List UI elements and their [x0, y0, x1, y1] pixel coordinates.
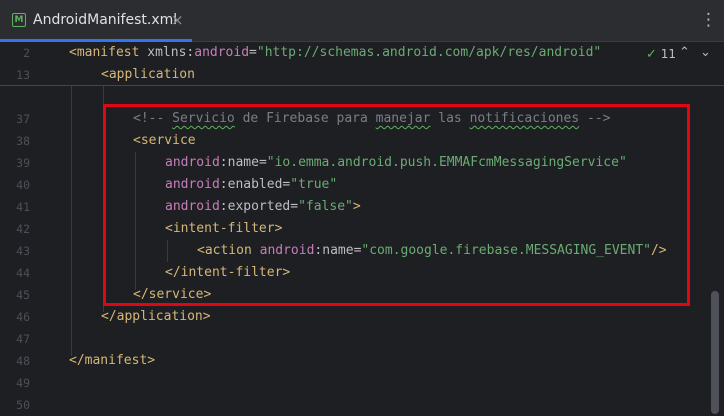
- line-number: 47: [16, 332, 30, 346]
- editor-tab-bar: M AndroidManifest.xml × ⋮: [0, 0, 724, 42]
- line-number: 41: [16, 200, 30, 214]
- check-icon: ✓: [646, 47, 657, 62]
- close-icon[interactable]: ×: [171, 11, 184, 29]
- vertical-scrollbar[interactable]: [711, 291, 719, 414]
- line-number: 48: [16, 354, 30, 368]
- line-number: 45: [16, 288, 30, 302]
- line-number: 49: [16, 376, 30, 390]
- line-number: 13: [16, 68, 30, 82]
- inspections-widget[interactable]: ✓ 11: [646, 47, 676, 63]
- line-number: 50: [16, 398, 30, 412]
- line-number: 46: [16, 310, 30, 324]
- more-options-icon[interactable]: ⋮: [700, 10, 717, 30]
- line-number: 39: [16, 156, 30, 170]
- line-number-gutter: 37 38 39 40 41 42 43 44 45 46 47 48 49 5…: [0, 42, 66, 414]
- sticky-application-line[interactable]: <application: [101, 64, 195, 86]
- chevron-up-icon[interactable]: ⌃: [679, 45, 690, 60]
- inspection-count: 11: [660, 47, 677, 61]
- code-line-manifest-close: </manifest>: [69, 353, 156, 368]
- manifest-file-icon: M: [12, 13, 26, 27]
- code-line-application-close: </application>: [101, 309, 211, 324]
- sticky-manifest-line[interactable]: <manifest xmlns:android="http://schemas.…: [69, 42, 601, 64]
- line-number: 40: [16, 178, 30, 192]
- line-number: 44: [16, 266, 30, 280]
- line-number: 42: [16, 222, 30, 236]
- code-editor[interactable]: 37 38 39 40 41 42 43 44 45 46 47 48 49 5…: [0, 42, 724, 414]
- line-number: 2: [23, 46, 30, 60]
- highlight-box: [103, 104, 690, 306]
- sticky-lines-header: 2 13 <manifest xmlns:android="http://sch…: [0, 42, 724, 86]
- tab-title: AndroidManifest.xml: [33, 12, 178, 28]
- line-number: 38: [16, 134, 30, 148]
- indent-guide: [71, 86, 72, 356]
- line-number: 43: [16, 244, 30, 258]
- line-number: 37: [16, 112, 30, 126]
- chevron-down-icon[interactable]: ⌄: [700, 45, 711, 60]
- tab-androidmanifest[interactable]: M AndroidManifest.xml ×: [0, 0, 192, 42]
